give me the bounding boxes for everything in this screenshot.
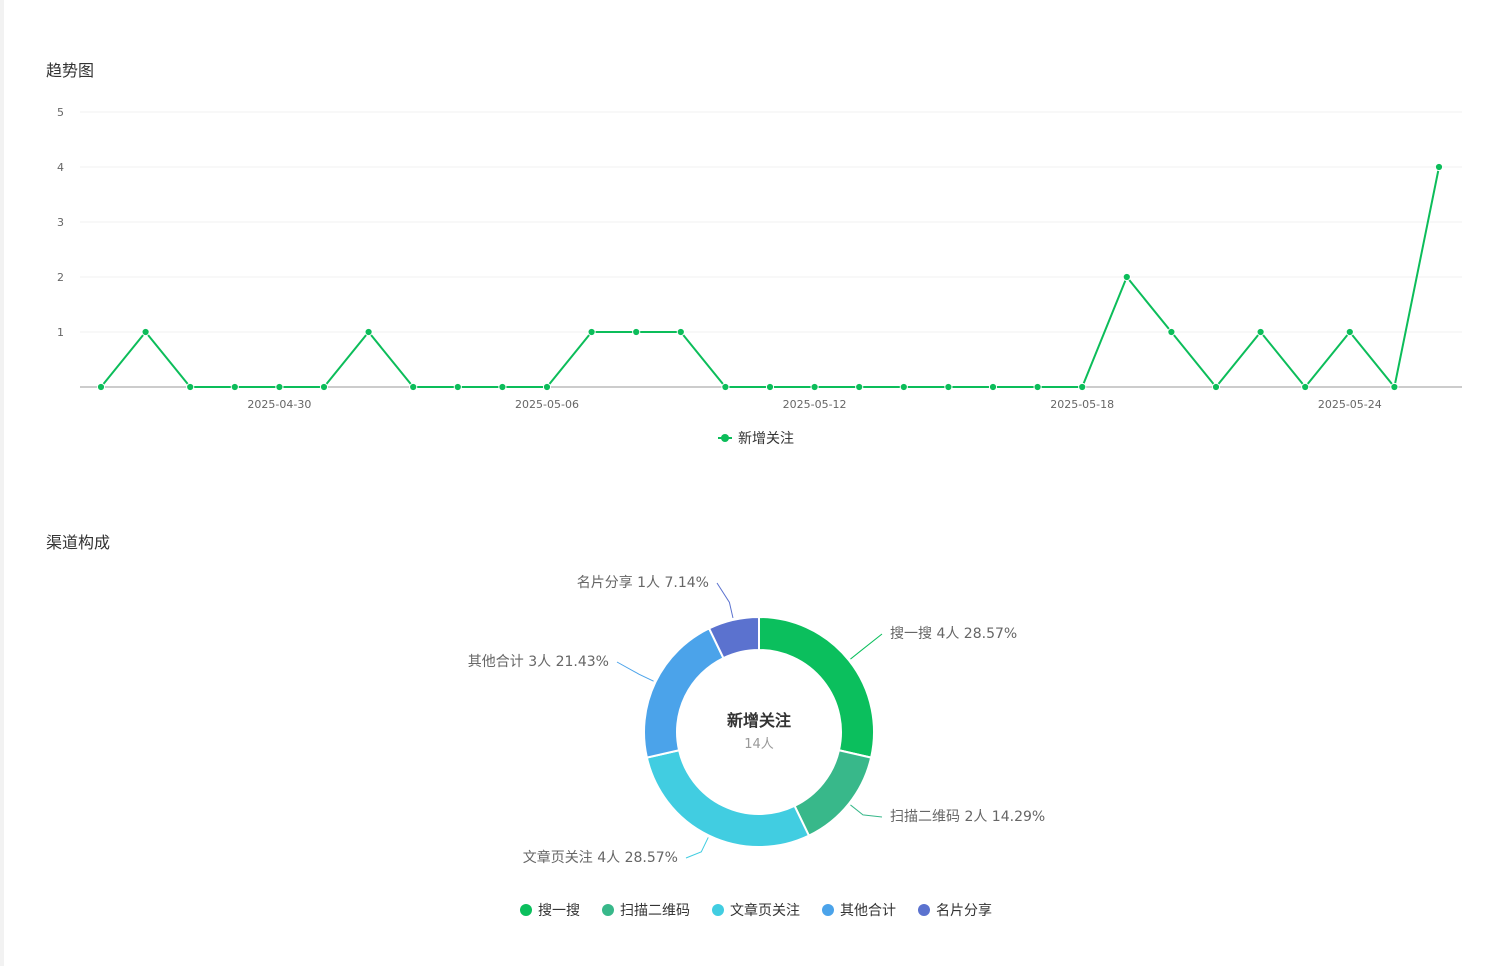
trend-legend[interactable]: 新增关注 [0, 428, 1512, 448]
legend-item[interactable]: 名片分享 [918, 900, 992, 920]
legend-item-new-follow[interactable]: 新增关注 [718, 428, 794, 448]
data-point[interactable] [1122, 272, 1131, 282]
slice-label: 其他合计 3人 21.43% [468, 654, 609, 670]
slice-label: 扫描二维码 2人 14.29% [890, 809, 1045, 825]
donut-center-title: 新增关注 [727, 711, 791, 730]
x-tick-label: 2025-05-12 [783, 398, 847, 411]
legend-dot-icon [918, 904, 930, 916]
slice-label: 文章页关注 4人 28.57% [523, 849, 678, 866]
y-tick-label: 3 [57, 216, 64, 229]
data-point[interactable] [855, 382, 864, 392]
donut-slice[interactable] [645, 749, 811, 848]
data-point[interactable] [899, 382, 908, 392]
legend-label: 其他合计 [840, 903, 896, 919]
data-point[interactable] [542, 382, 552, 392]
leader-line [685, 837, 709, 859]
legend-label: 新增关注 [738, 431, 794, 447]
data-point[interactable] [721, 382, 730, 392]
y-tick-label: 2 [57, 271, 64, 284]
leader-line [716, 582, 734, 619]
x-tick-label: 2025-05-24 [1318, 398, 1382, 411]
legend-item[interactable]: 搜一搜 [520, 900, 580, 920]
legend-dot-icon [712, 904, 724, 916]
data-point[interactable] [319, 382, 329, 392]
x-tick-label: 2025-05-18 [1050, 398, 1114, 411]
data-point[interactable] [409, 382, 418, 392]
legend-label: 扫描二维码 [620, 903, 690, 919]
data-point[interactable] [364, 327, 373, 337]
donut-center-value: 14人 [744, 737, 774, 752]
data-point[interactable] [676, 327, 685, 337]
data-point[interactable] [1256, 327, 1265, 337]
page: 趋势图 1 2 3 4 5 2025-04-30 2025-05-06 2025-05-12 2… [0, 0, 1512, 966]
data-point[interactable] [1301, 382, 1310, 392]
legend-dot-icon [602, 904, 614, 916]
channel-donut-chart: 搜一搜 4人 28.57% 扫描二维码 2人 14.29% 文章页关注 4人 28.… [468, 574, 1045, 866]
data-point[interactable] [1345, 327, 1354, 337]
legend-item[interactable]: 其他合计 [822, 900, 896, 920]
data-point[interactable] [453, 382, 462, 392]
data-point[interactable] [765, 382, 775, 392]
channel-legend[interactable]: 搜一搜 扫描二维码 文章页关注 其他合计 名片分享 [0, 900, 1512, 920]
leader-line [850, 804, 883, 818]
legend-label: 名片分享 [936, 903, 992, 919]
data-point[interactable] [275, 382, 284, 392]
data-point[interactable] [810, 382, 819, 392]
donut-slice[interactable] [643, 627, 725, 759]
data-point[interactable] [1390, 382, 1399, 392]
legend-item[interactable]: 文章页关注 [712, 900, 800, 920]
data-point[interactable] [1078, 382, 1087, 392]
legend-label: 搜一搜 [538, 903, 580, 919]
data-point[interactable] [186, 382, 195, 392]
data-point[interactable] [141, 327, 150, 337]
donut-slice[interactable] [758, 615, 875, 759]
y-tick-label: 1 [57, 326, 64, 339]
slice-label: 搜一搜 4人 28.57% [890, 626, 1017, 642]
data-point[interactable] [632, 327, 641, 337]
data-point[interactable] [1167, 327, 1176, 337]
leader-line [616, 661, 654, 682]
data-point[interactable] [96, 382, 106, 392]
legend-dot-icon [822, 904, 834, 916]
data-point[interactable] [988, 382, 998, 392]
data-point[interactable] [1211, 382, 1221, 392]
data-point[interactable] [1434, 162, 1444, 172]
y-tick-label: 4 [57, 161, 64, 174]
slice-label: 名片分享 1人 7.14% [577, 574, 709, 591]
legend-label: 文章页关注 [730, 903, 800, 919]
data-point[interactable] [498, 382, 507, 392]
data-point[interactable] [230, 382, 239, 392]
legend-item[interactable]: 扫描二维码 [602, 900, 690, 920]
legend-dot-icon [520, 904, 532, 916]
data-point[interactable] [1033, 382, 1042, 392]
y-tick-label: 5 [57, 106, 64, 119]
legend-line-marker-icon [718, 433, 732, 443]
data-point[interactable] [944, 382, 953, 392]
data-point[interactable] [587, 327, 596, 337]
trend-line-chart: 1 2 3 4 5 2025-04-30 2025-05-06 2025-05-12 2025-… [57, 106, 1462, 411]
donut-slice[interactable] [793, 749, 873, 837]
x-tick-label: 2025-05-06 [515, 398, 579, 411]
leader-line [850, 633, 883, 660]
x-tick-label: 2025-04-30 [247, 398, 311, 411]
